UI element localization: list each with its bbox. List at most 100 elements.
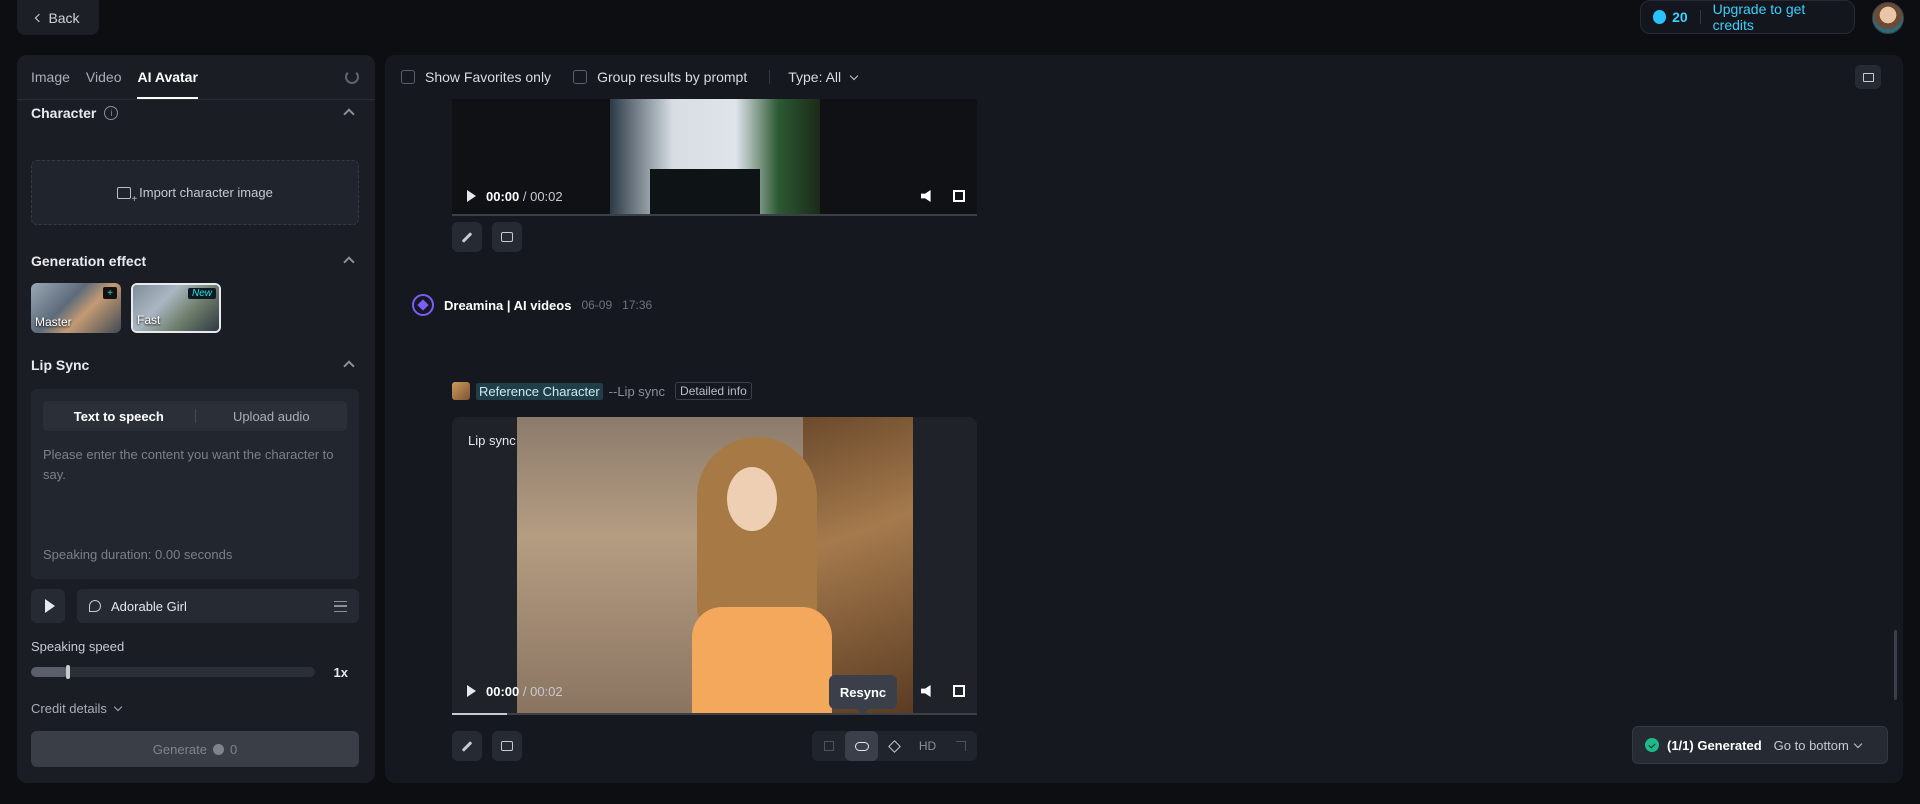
volume-icon[interactable] [921,190,931,202]
chevron-up-icon[interactable] [343,108,355,120]
chevron-down-icon [849,71,859,80]
filter-divider [769,70,771,84]
generation-effect-title: Generation effect [31,253,147,269]
repeat-icon [501,741,513,751]
mode-tabs: Image Video AI Avatar [31,55,199,99]
import-character-button[interactable]: Import character image [31,160,359,225]
resync-tooltip: Resync [829,675,897,715]
tab-ai-avatar[interactable]: AI Avatar [137,55,199,99]
reference-character-chip[interactable]: Reference Character [476,382,603,400]
music-icon [955,741,966,751]
repeat-icon [501,232,513,242]
chevron-left-icon [35,13,44,22]
import-label: Import character image [139,185,273,200]
prompt-row: Reference Character --Lip sync Detailed … [452,382,752,400]
fullscreen-icon[interactable] [953,685,965,697]
left-panel: Image Video AI Avatar Character i Import… [17,55,375,783]
chevron-up-icon[interactable] [343,360,355,372]
filter-bar: Show Favorites only Group results by pro… [385,55,1903,99]
generation-header: Dreamina | AI videos 06-09 17:36 [412,294,652,316]
user-avatar[interactable] [1872,2,1904,34]
check-circle-icon [1645,738,1659,752]
new-badge: New [187,288,216,299]
video-controls-1: 00:00 / 00:02 [452,179,977,213]
speed-fill [31,667,68,677]
info-icon[interactable]: i [104,106,119,120]
video-player-1[interactable]: 00:00 / 00:02 [452,99,977,216]
play-icon[interactable] [467,190,476,202]
generate-button[interactable]: Generate 0 [31,731,359,767]
generation-status: (1/1) Generated Go to bottom [1632,726,1888,764]
credit-coin-icon [212,743,224,755]
video-player-2[interactable]: Lip sync 00:00 / 00:02 [452,417,977,715]
chevron-down-icon [1853,739,1863,748]
voice-icon [89,600,101,612]
video-progress-2[interactable] [452,713,977,715]
voice-name: Adorable Girl [111,598,187,614]
play-icon[interactable] [467,685,476,697]
lip-sync-box: Text to speech Upload audio Please enter… [31,389,359,579]
voice-preview-button[interactable] [31,589,65,623]
frame-tool-button[interactable] [812,731,845,761]
interpolate-button[interactable] [878,731,911,761]
speaking-speed-slider[interactable] [31,665,315,679]
frame-icon [823,741,834,751]
regenerate-button[interactable] [492,731,522,761]
plus-badge: + [103,287,117,299]
pen-icon [461,740,473,752]
effect-fast[interactable]: New Fast [131,283,221,333]
credit-details-toggle[interactable]: Credit details [31,701,123,716]
settings-sliders-icon[interactable] [334,600,347,612]
video-tools: HD [812,731,977,761]
results-scrollbar[interactable] [1894,630,1897,700]
type-dropdown[interactable]: Type: All [788,69,859,85]
video-progress-1[interactable] [452,214,977,216]
reset-icon[interactable] [345,70,359,84]
lip-sync-overlay-label: Lip sync [468,433,516,448]
voice-select[interactable]: Adorable Girl [77,589,359,623]
tab-text-to-speech[interactable]: Text to speech [43,401,195,431]
generated-count: (1/1) Generated [1667,737,1762,753]
video-time-1: 00:00 / 00:02 [486,188,563,204]
edit-button[interactable] [452,731,482,761]
speech-text-input[interactable]: Please enter the content you want the ch… [43,445,347,485]
results-panel: Show Favorites only Group results by pro… [385,55,1903,783]
video-controls-2: 00:00 / 00:02 [452,674,977,708]
speaking-speed-value: 1x [333,665,348,680]
group-checkbox[interactable] [573,70,588,84]
group-filter[interactable]: Group results by prompt [573,69,747,85]
lip-sync-title: Lip Sync [31,357,90,373]
go-to-bottom-button[interactable]: Go to bottom [1774,738,1863,753]
play-icon [44,599,55,613]
effect-master[interactable]: + Master [31,283,121,333]
folder-icon [1862,72,1874,82]
chevron-up-icon[interactable] [343,256,355,268]
back-button[interactable]: Back [17,0,99,35]
favorites-filter[interactable]: Show Favorites only [401,69,551,85]
fullscreen-icon[interactable] [953,190,965,202]
lip-sync-mode-toggle: Text to speech Upload audio [43,401,347,431]
back-label: Back [48,9,80,26]
tabs-divider [17,99,375,100]
resync-icon [854,741,869,751]
edit-button[interactable] [452,222,482,252]
regenerate-button[interactable] [492,222,522,252]
folder-button[interactable] [1855,65,1881,89]
generation-date: 06-09 [581,298,613,312]
upgrade-link[interactable]: Upgrade to get credits [1713,1,1842,33]
detailed-info-button[interactable]: Detailed info [675,382,752,400]
speed-knob[interactable] [65,665,70,679]
tab-video[interactable]: Video [86,55,122,99]
music-button[interactable] [944,731,977,761]
video-frame-2 [517,417,913,715]
favorites-checkbox[interactable] [401,70,415,84]
tab-image[interactable]: Image [31,55,70,99]
character-section-title: Character i [31,105,119,121]
pen-icon [461,231,473,243]
credits-pill[interactable]: 20 Upgrade to get credits [1640,0,1855,34]
resync-button[interactable] [845,731,878,761]
speaking-speed-label: Speaking speed [31,639,125,654]
tab-upload-audio[interactable]: Upload audio [196,401,348,431]
hd-button[interactable]: HD [911,731,944,761]
volume-icon[interactable] [921,685,931,697]
